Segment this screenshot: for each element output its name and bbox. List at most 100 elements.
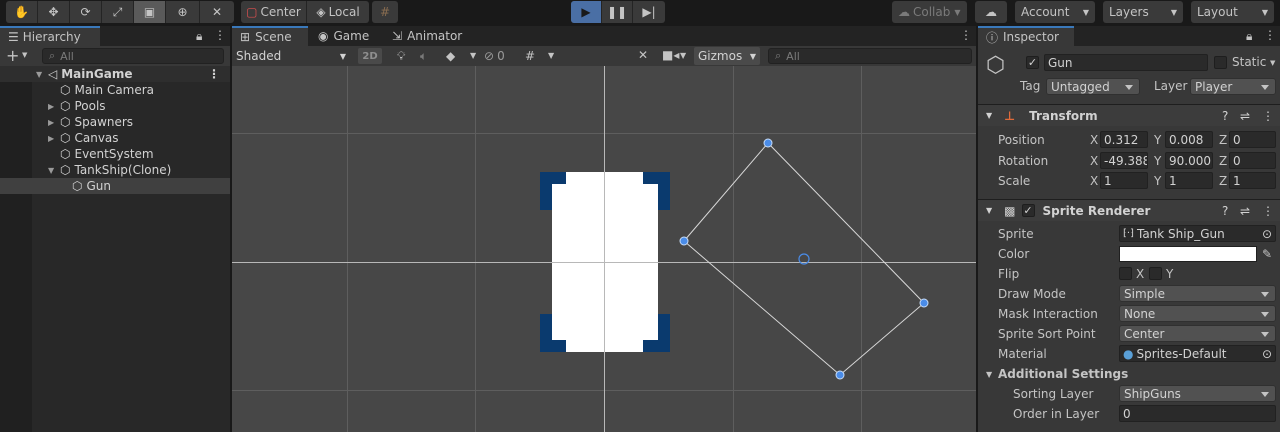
effects-icon[interactable]: ◆ (446, 49, 455, 63)
camera-dropdown-icon[interactable]: ▼ (680, 51, 686, 60)
flip-x-checkbox[interactable] (1119, 267, 1132, 280)
material-field[interactable]: ● Sprites-Default ⊙ (1119, 345, 1276, 362)
pivot-mode-button[interactable]: ▢ Center (241, 1, 307, 23)
scale-x-field[interactable]: 1 (1100, 172, 1148, 189)
effects-dropdown-icon[interactable]: ▼ (470, 51, 476, 60)
expand-arrow-icon[interactable]: ▶ (48, 102, 60, 111)
help-icon[interactable]: ? (1222, 204, 1228, 218)
grid-visibility-icon[interactable]: # (525, 49, 535, 63)
scale-tool-icon[interactable]: ⤢ (102, 1, 134, 23)
collapse-arrow-icon[interactable]: ▼ (986, 111, 992, 120)
rotation-z-field[interactable]: 0 (1229, 152, 1276, 169)
step-button[interactable]: ▶| (633, 1, 665, 23)
sort-point-dropdown[interactable]: Center (1119, 325, 1276, 342)
help-icon[interactable]: ? (1222, 109, 1228, 123)
scene-viewport[interactable] (232, 66, 976, 432)
add-dropdown-icon[interactable]: ▼ (22, 51, 27, 59)
expand-arrow-icon[interactable]: ▶ (48, 134, 60, 143)
gizmo-handle-bottom[interactable] (835, 370, 845, 380)
tab-animator[interactable]: ⇲ Animator (384, 26, 474, 46)
scene-more-icon[interactable]: ⋮ (208, 67, 220, 81)
tools-icon[interactable]: ✕ (638, 48, 648, 62)
hierarchy-item[interactable]: ⬡ Main Camera (0, 82, 230, 98)
tag-dropdown[interactable]: Untagged (1046, 78, 1140, 95)
collab-button[interactable]: ☁ Collab ▼ (892, 1, 967, 23)
account-dropdown[interactable]: Account ▼ (1015, 1, 1095, 23)
object-picker-icon[interactable]: ⊙ (1262, 347, 1272, 361)
layout-dropdown[interactable]: Layout ▼ (1191, 1, 1274, 23)
pivot-rotation-button[interactable]: ◈ Local (307, 1, 369, 23)
tab-game[interactable]: ◉ Game (310, 26, 382, 46)
order-in-layer-field[interactable]: 0 (1119, 405, 1276, 422)
sprite-renderer-header[interactable]: ▼ ▩ ✓ Sprite Renderer ? ⇌ ⋮ (978, 199, 1280, 221)
transform-tool-icon[interactable]: ⊕ (166, 1, 200, 23)
play-button[interactable]: ▶ (571, 1, 602, 23)
sprite-renderer-enabled-checkbox[interactable]: ✓ (1021, 204, 1035, 217)
object-picker-icon[interactable]: ⊙ (1262, 227, 1272, 241)
scene-row[interactable]: ▼ ◁ MainGame ⋮ (0, 66, 230, 82)
hierarchy-item[interactable]: ▶ ⬡ Spawners (0, 114, 230, 130)
additional-settings-row[interactable]: ▼ Additional Settings (978, 364, 1280, 384)
transform-header[interactable]: ▼ ⊥ Transform ? ⇌ ⋮ (978, 104, 1280, 126)
gizmos-dropdown[interactable]: Gizmos ▼ (694, 47, 760, 65)
custom-tool-icon[interactable]: ✕ (200, 1, 234, 23)
position-y-field[interactable]: 0.008 (1165, 131, 1213, 148)
lock-icon[interactable]: 🔒︎ (1246, 29, 1252, 44)
flip-y-checkbox[interactable] (1149, 267, 1162, 280)
expand-arrow-icon[interactable]: ▼ (36, 70, 48, 79)
tab-hierarchy[interactable]: ☰ Hierarchy (0, 26, 100, 46)
grid-snap-button[interactable]: # (372, 1, 398, 23)
scene-search-input[interactable]: ⌕ All (768, 48, 972, 64)
sorting-layer-dropdown[interactable]: ShipGuns (1119, 385, 1276, 402)
rotate-tool-icon[interactable]: ⟳ (70, 1, 102, 23)
draw-mode-dropdown[interactable]: Simple (1119, 285, 1276, 302)
more-icon[interactable]: ⋮ (214, 28, 226, 42)
grid-dropdown-icon[interactable]: ▼ (548, 51, 554, 60)
color-swatch[interactable] (1119, 246, 1257, 262)
audio-icon[interactable]: 🔈︎ (420, 49, 427, 64)
shading-dropdown[interactable]: Shaded ▼ (232, 47, 350, 65)
expand-arrow-icon[interactable]: ▼ (48, 166, 60, 175)
hierarchy-item[interactable]: ⬡ Gun (0, 178, 230, 194)
lock-icon[interactable]: 🔒︎ (196, 29, 202, 44)
eyedropper-icon[interactable]: ✎ (1262, 247, 1272, 261)
tab-inspector[interactable]: ⓘ Inspector (978, 26, 1074, 46)
hidden-objects-toggle[interactable]: ⊘ 0 (484, 47, 518, 65)
more-icon[interactable]: ⋮ (1264, 28, 1276, 42)
rotation-y-field[interactable]: 90.000 (1165, 152, 1213, 169)
hierarchy-item[interactable]: ▶ ⬡ Pools (0, 98, 230, 114)
camera-icon[interactable]: ■◂ (662, 48, 679, 62)
hierarchy-item[interactable]: ▶ ⬡ Canvas (0, 130, 230, 146)
position-z-field[interactable]: 0 (1229, 131, 1276, 148)
static-dropdown-icon[interactable]: ▼ (1270, 59, 1275, 67)
hierarchy-item[interactable]: ▼ ⬡ TankShip(Clone) (0, 162, 230, 178)
hierarchy-item[interactable]: ⬡ EventSystem (0, 146, 230, 162)
scale-y-field[interactable]: 1 (1165, 172, 1213, 189)
lighting-icon[interactable]: 💡︎ (397, 49, 405, 64)
active-checkbox[interactable]: ✓ (1026, 56, 1039, 69)
gizmo-handle-left[interactable] (679, 236, 689, 246)
add-icon[interactable]: + (6, 46, 19, 65)
preset-icon[interactable]: ⇌ (1240, 204, 1250, 218)
collapse-arrow-icon[interactable]: ▼ (986, 370, 992, 379)
scene-more-icon[interactable]: ⋮ (960, 28, 972, 42)
tab-scene[interactable]: ⊞ Scene (232, 26, 308, 46)
mask-interaction-dropdown[interactable]: None (1119, 305, 1276, 322)
expand-arrow-icon[interactable]: ▶ (48, 118, 60, 127)
hierarchy-search-input[interactable]: ⌕ All (42, 48, 224, 64)
rotation-x-field[interactable]: -49.388 (1100, 152, 1148, 169)
scale-z-field[interactable]: 1 (1229, 172, 1276, 189)
2d-toggle[interactable]: 2D (358, 48, 382, 64)
cloud-button[interactable]: ☁ (975, 1, 1007, 23)
layers-dropdown[interactable]: Layers ▼ (1103, 1, 1183, 23)
rect-tool-icon[interactable]: ▣ (134, 1, 166, 23)
more-icon[interactable]: ⋮ (1262, 109, 1274, 123)
name-field[interactable]: Gun (1044, 54, 1208, 71)
layer-dropdown[interactable]: Player (1190, 78, 1276, 95)
pause-button[interactable]: ❚❚ (602, 1, 633, 23)
move-tool-icon[interactable]: ✥ (38, 1, 70, 23)
sprite-field[interactable]: ⁅·⁆ Tank Ship_Gun ⊙ (1119, 225, 1276, 242)
static-checkbox[interactable] (1214, 56, 1227, 69)
preset-icon[interactable]: ⇌ (1240, 109, 1250, 123)
gizmo-handle-top[interactable] (763, 138, 773, 148)
